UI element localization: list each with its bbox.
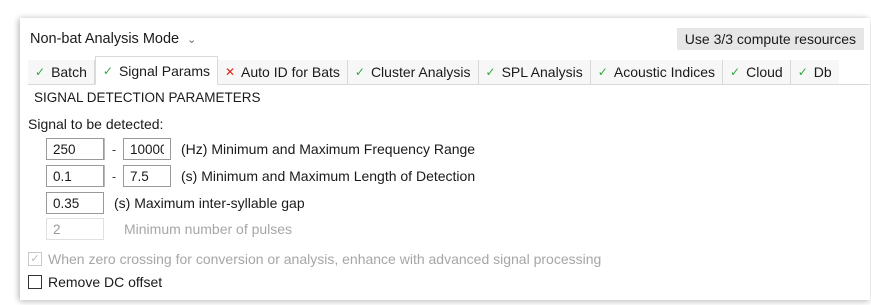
chevron-down-icon: ⌄ [187,33,197,46]
tab-db[interactable]: ✓ Db [790,60,839,84]
tab-batch[interactable]: ✓ Batch [28,60,95,84]
max-length-input[interactable] [123,165,171,187]
enhance-checkbox-label: When zero crossing for conversion or ana… [48,251,602,267]
check-icon: ✓ [797,65,808,79]
tab-acoustic-indices[interactable]: ✓ Acoustic Indices [590,60,724,84]
tab-cloud[interactable]: ✓ Cloud [723,60,791,84]
tab-label: Acoustic Indices [613,64,716,80]
check-icon: ✓ [35,65,46,79]
frequency-range-row: - (Hz) Minimum and Maximum Frequency Ran… [46,138,475,160]
check-icon: ✓ [102,63,113,78]
min-length-input[interactable] [46,165,104,187]
check-icon: ✓ [354,65,365,79]
min-pulses-label: Minimum number of pulses [124,221,293,237]
mode-select[interactable]: Non-bat Analysis Mode ⌄ [28,28,198,50]
tab-label: Batch [51,64,87,80]
max-gap-label: (s) Maximum inter-syllable gap [114,195,305,211]
min-pulses-input [46,218,104,240]
tab-bar: ✓ Batch ✓ Signal Params ✕ Auto ID for Ba… [28,56,870,85]
check-icon: ✓ [485,65,496,79]
mode-select-label: Non-bat Analysis Mode [30,31,180,47]
error-x-icon: ✕ [224,65,236,79]
compute-resources-label: Use 3/3 compute resources [684,31,856,47]
min-frequency-input[interactable] [46,138,104,160]
tab-label: SPL Analysis [501,64,583,80]
length-range-label: (s) Minimum and Maximum Length of Detect… [181,168,476,184]
tab-label: Cluster Analysis [370,64,471,80]
gap-row: (s) Maximum inter-syllable gap [46,192,305,214]
enhance-checkbox: ✓ [28,252,42,266]
pulses-row: Minimum number of pulses [46,218,292,240]
top-bar: Non-bat Analysis Mode ⌄ Use 3/3 compute … [28,28,864,52]
max-frequency-input[interactable] [123,138,171,160]
range-dash: - [104,165,123,187]
dc-offset-checkbox-row[interactable]: Remove DC offset [28,273,162,291]
tab-signal-params[interactable]: ✓ Signal Params [94,56,218,85]
signal-label: Signal to be detected: [28,116,164,132]
dc-offset-checkbox[interactable] [28,275,42,289]
tab-label: Cloud [746,64,783,80]
enhance-checkbox-row: ✓ When zero crossing for conversion or a… [28,250,601,268]
range-dash: - [104,138,123,160]
tab-spl-analysis[interactable]: ✓ SPL Analysis [478,60,591,84]
length-range-row: - (s) Minimum and Maximum Length of Dete… [46,165,475,187]
tab-cluster-analysis[interactable]: ✓ Cluster Analysis [347,60,479,84]
section-title: SIGNAL DETECTION PARAMETERS [34,90,261,105]
tab-label: Signal Params [118,62,210,79]
check-icon: ✓ [730,65,741,79]
frequency-range-label: (Hz) Minimum and Maximum Frequency Range [181,141,476,157]
tab-label: Db [813,64,832,80]
settings-panel: Non-bat Analysis Mode ⌄ Use 3/3 compute … [20,18,870,300]
tab-auto-id-for-bats[interactable]: ✕ Auto ID for Bats [217,60,348,84]
tab-label: Auto ID for Bats [241,64,340,80]
check-icon: ✓ [597,65,608,79]
compute-resources-button[interactable]: Use 3/3 compute resources [676,28,864,50]
dc-offset-label: Remove DC offset [48,274,163,290]
max-gap-input[interactable] [46,192,104,214]
